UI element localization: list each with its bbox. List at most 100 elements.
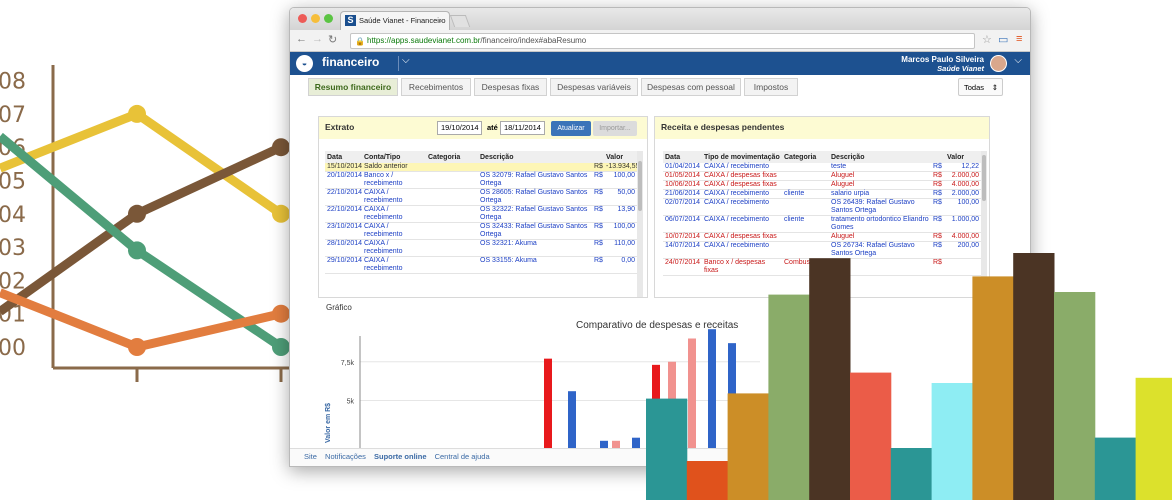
row-date: 10/06/2014 <box>663 180 702 190</box>
tab-recebimentos[interactable]: Recebimentos <box>401 78 471 96</box>
decorative-bar-chart <box>646 253 1172 500</box>
browser-titlebar: S Saúde Vianet - Financeiro × <box>290 8 1030 30</box>
chevron-down-icon[interactable]: ⌵ <box>402 55 410 66</box>
row-value: 13,90 <box>604 205 637 223</box>
new-tab-button[interactable] <box>449 15 471 27</box>
row-currency: R$ <box>592 239 604 257</box>
column-header: Data <box>325 151 362 163</box>
extrato-panel: Extrato 19/10/2014 até 18/11/2014 Atuali… <box>318 116 648 298</box>
decorative-bar <box>1094 437 1137 500</box>
menu-icon[interactable]: ≡ <box>1016 33 1022 45</box>
decorative-bar <box>727 393 769 500</box>
table-row[interactable]: 01/05/2014 CAIXA / despesas fixas Aluguel R… <box>663 171 981 181</box>
address-bar[interactable]: 🔒 https://apps.saudevianet.com.br/financ… <box>350 33 975 49</box>
row-category <box>426 171 478 189</box>
decorative-line-point <box>272 338 290 356</box>
chart-bar <box>600 440 608 448</box>
saldo-row[interactable]: 15/10/2014 Saldo anterior R$ -13.934,55 <box>325 163 640 172</box>
browser-tab[interactable]: S Saúde Vianet - Financeiro × <box>340 11 450 30</box>
decorative-y-tick-label: 08 <box>0 70 26 95</box>
extrato-table: Data Conta/Tipo Categoria Descrição Valor 15… <box>325 151 640 274</box>
decorative-y-tick-label: 07 <box>0 103 26 128</box>
chart-bar <box>612 440 620 448</box>
table-row[interactable]: 28/10/2014 CAIXA / recebimento OS 32321: A… <box>325 239 637 257</box>
decorative-line-point <box>128 204 146 223</box>
pending-title: Receita e despesas pendentes <box>661 122 785 132</box>
app-logo-icon[interactable]: ◒ <box>296 55 313 72</box>
date-to-input[interactable]: 18/11/2014 <box>500 121 545 135</box>
decorative-bar <box>686 461 729 500</box>
decorative-y-tick-label: 03 <box>0 236 26 261</box>
row-date: 22/10/2014 <box>325 205 362 223</box>
row-category <box>426 239 478 257</box>
row-description: OS 33155: Akuma <box>478 256 592 274</box>
row-category <box>426 188 478 206</box>
column-header: Descrição <box>478 151 592 163</box>
decorative-line-point <box>272 304 290 323</box>
footer-link-central-ajuda[interactable]: Central de ajuda <box>435 452 490 461</box>
update-button[interactable]: Atualizar <box>551 121 591 136</box>
tab-despesas-fixas[interactable]: Despesas fixas <box>474 78 547 96</box>
select-arrows-icon: ⇕ <box>991 83 998 92</box>
reload-icon[interactable]: ↻ <box>328 33 337 46</box>
footer-link-site[interactable]: Site <box>304 452 317 461</box>
row-description: OS 28605: Rafael Gustavo Santos Ortega <box>478 188 592 206</box>
forward-arrow-icon[interactable]: → <box>312 33 323 45</box>
row-description: teste <box>829 163 931 172</box>
table-row[interactable]: 21/06/2014 CAIXA / recebimento cliente sala… <box>663 189 981 199</box>
row-description: OS 32322: Rafael Gustavo Santos Ortega <box>478 205 592 223</box>
import-button[interactable]: Importar... <box>593 121 637 136</box>
favicon-icon: S <box>345 15 356 26</box>
maximize-window-button[interactable] <box>324 14 333 23</box>
row-value: 0,00 <box>604 256 637 274</box>
tab-despesas-com-pessoal[interactable]: Despesas com pessoal <box>641 78 741 96</box>
tab-despesas-variaveis[interactable]: Despesas variáveis <box>550 78 638 96</box>
decorative-line-point <box>128 338 146 356</box>
column-header: Tipo de movimentação <box>702 151 782 163</box>
url-path: /financeiro/index#abaResumo <box>480 36 587 45</box>
date-from-input[interactable]: 19/10/2014 <box>437 121 482 135</box>
table-row[interactable]: 29/10/2014 CAIXA / recebimento OS 33155: A… <box>325 256 637 274</box>
chart-bar <box>568 391 576 448</box>
row-value: 12,22 <box>945 163 981 172</box>
table-row[interactable]: 22/10/2014 CAIXA / recebimento OS 32322: R… <box>325 205 637 223</box>
avatar[interactable] <box>990 55 1007 72</box>
table-row[interactable]: 01/04/2014 CAIXA / recebimento teste R$ 12,2… <box>663 163 981 172</box>
category-filter-select[interactable]: Todas ⇕ <box>958 78 1003 96</box>
row-type: CAIXA / recebimento <box>702 215 782 233</box>
star-icon[interactable]: ☆ <box>982 33 992 46</box>
table-row[interactable]: 06/07/2014 CAIXA / recebimento cliente trat… <box>663 215 981 233</box>
table-row[interactable]: 23/10/2014 CAIXA / recebimento OS 32433: R… <box>325 222 637 240</box>
back-arrow-icon[interactable]: ← <box>296 33 307 45</box>
row-description: Saldo anterior <box>362 163 592 172</box>
table-row[interactable]: 22/10/2014 CAIXA / recebimento OS 28605: R… <box>325 188 637 206</box>
row-date: 28/10/2014 <box>325 239 362 257</box>
cast-icon[interactable]: ▭ <box>998 33 1008 46</box>
row-value: -13.934,55 <box>604 163 640 172</box>
decorative-bar <box>1135 377 1172 500</box>
row-currency: R$ <box>592 188 604 206</box>
footer-link-notificacoes[interactable]: Notificações <box>325 452 366 461</box>
row-date: 01/05/2014 <box>663 171 702 181</box>
row-category <box>426 205 478 223</box>
user-menu-chevron-icon[interactable]: ⌵ <box>1014 55 1022 66</box>
close-window-button[interactable] <box>298 14 307 23</box>
table-row[interactable]: 02/07/2014 CAIXA / recebimento OS 26439: R… <box>663 198 981 216</box>
row-currency: R$ <box>592 256 604 274</box>
tab-impostos[interactable]: Impostos <box>744 78 798 96</box>
decorative-y-tick-label: 00 <box>0 336 26 361</box>
row-currency: R$ <box>592 163 604 172</box>
row-date: 20/10/2014 <box>325 171 362 189</box>
footer-link-suporte-online[interactable]: Suporte online <box>374 452 427 461</box>
row-type: CAIXA / recebimento <box>362 239 426 257</box>
row-category <box>426 256 478 274</box>
row-currency: R$ <box>931 198 945 216</box>
tab-close-icon[interactable]: × <box>439 12 444 30</box>
table-row[interactable]: 20/10/2014 Banco x / recebimento OS 32079:… <box>325 171 637 189</box>
tab-resumo-financeiro[interactable]: Resumo financeiro <box>308 78 398 96</box>
minimize-window-button[interactable] <box>311 14 320 23</box>
row-type: CAIXA / recebimento <box>702 163 782 172</box>
table-row[interactable]: 10/06/2014 CAIXA / despesas fixas Aluguel R… <box>663 180 981 190</box>
row-date: 06/07/2014 <box>663 215 702 233</box>
row-description: salario urpia <box>829 189 931 199</box>
